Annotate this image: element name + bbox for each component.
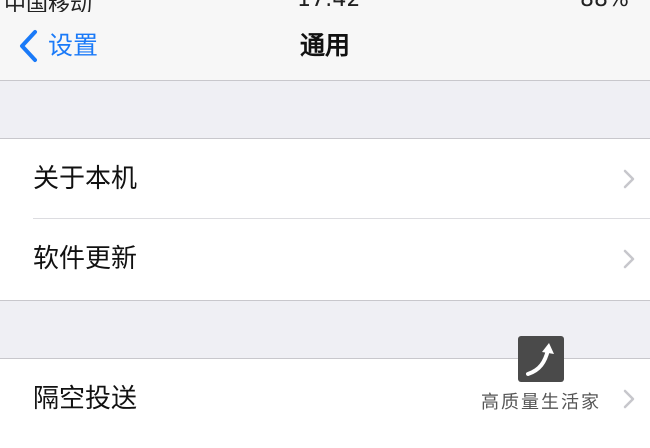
watermark: 高质量生活家 — [476, 336, 606, 416]
watermark-text: 高质量生活家 — [481, 392, 601, 413]
chevron-right-icon — [623, 169, 635, 189]
page-title: 通用 — [299, 31, 350, 60]
chevron-right-icon — [623, 249, 635, 269]
settings-group-device: 关于本机 软件更新 — [0, 138, 650, 301]
list-item-label: 软件更新 — [33, 244, 138, 274]
status-time: 17:42 — [297, 0, 360, 12]
arrow-up-icon — [526, 343, 554, 376]
navigation-bar: 设置 通用 — [0, 12, 650, 81]
list-item-label: 隔空投送 — [33, 384, 138, 414]
carrier-label: 中国移动 — [4, 0, 92, 12]
list-item-about[interactable]: 关于本机 — [0, 139, 650, 219]
list-item-software-update[interactable]: 软件更新 — [0, 219, 650, 299]
list-item-label: 关于本机 — [33, 164, 138, 194]
chevron-right-icon — [623, 389, 635, 409]
status-bar: 中国移动 17:42 88% — [0, 0, 650, 12]
watermark-logo — [518, 336, 564, 382]
battery-percentage: 88% — [580, 0, 629, 12]
